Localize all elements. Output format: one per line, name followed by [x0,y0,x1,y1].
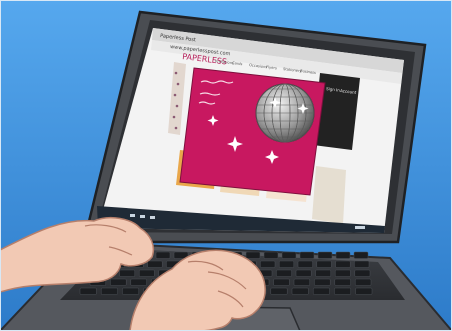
keyboard-key[interactable] [273,278,290,286]
keyboard-key[interactable] [295,269,312,277]
thumbnail-card-4[interactable] [312,166,346,224]
keyboard-key[interactable] [315,269,332,277]
taskbar-clock [355,226,365,229]
keyboard-key[interactable] [138,269,155,277]
keyboard-key[interactable] [119,269,136,277]
keyboard-key[interactable] [353,251,369,259]
laptop-illustration: Paperless Post www.paperlesspost.com PAP… [0,0,452,331]
keyboard-key[interactable] [334,287,352,295]
keyboard-key[interactable] [147,260,163,268]
keyboard-key[interactable] [297,260,313,268]
keyboard-key[interactable] [334,269,351,277]
keyboard-key[interactable] [355,287,373,295]
keyboard-key[interactable] [100,287,118,295]
keyboard-key[interactable] [317,251,333,259]
keyboard-key[interactable] [155,251,171,259]
keyboard-key[interactable] [316,260,332,268]
keyboard-key[interactable] [299,251,315,259]
keyboard-key[interactable] [110,278,127,286]
keyboard-key[interactable] [334,278,351,286]
keyboard-key[interactable] [276,269,292,277]
keyboard-key[interactable] [281,251,297,259]
keyboard-key[interactable] [122,287,140,295]
taskbar-icon[interactable] [150,216,155,219]
keyboard-key[interactable] [278,260,295,268]
keyboard-key[interactable] [354,269,371,277]
illustration-stage: Paperless Post www.paperlesspost.com PAP… [0,0,452,331]
keyboard-key[interactable] [260,260,276,268]
keyboard-key[interactable] [270,287,288,295]
keyboard-key[interactable] [335,251,351,259]
keyboard-key[interactable] [354,260,370,268]
keyboard-key[interactable] [291,287,309,295]
keyboard-key[interactable] [130,278,147,286]
taskbar-icon[interactable] [130,214,135,217]
keyboard-key[interactable] [263,251,279,259]
keyboard-key[interactable] [314,278,331,286]
keyboard-key[interactable] [335,260,351,268]
taskbar-icon[interactable] [140,215,145,218]
keyboard-key[interactable] [245,251,261,259]
keyboard-key[interactable] [293,278,311,286]
keyboard-key[interactable] [79,287,97,295]
keyboard-key[interactable] [312,287,330,295]
keyboard-key[interactable] [354,278,372,286]
